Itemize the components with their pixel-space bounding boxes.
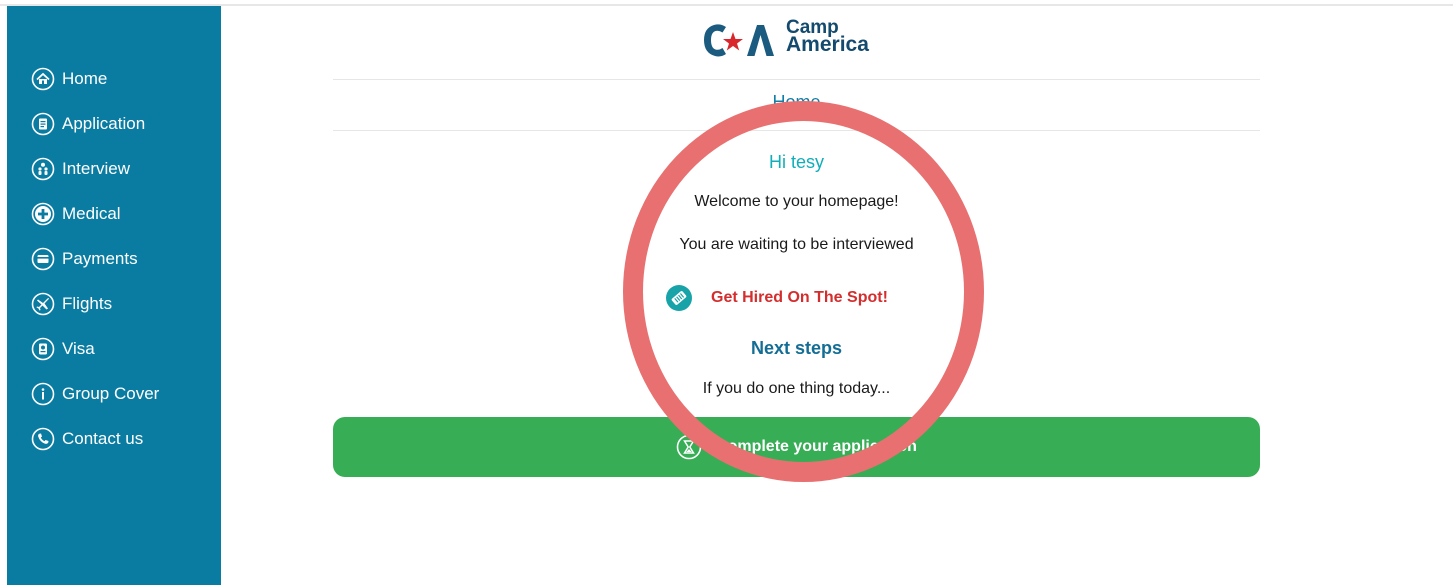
complete-application-button[interactable]: Complete your application bbox=[333, 417, 1260, 477]
sidebar-item-payments[interactable]: Payments bbox=[31, 236, 159, 281]
logo-wordmark: Camp America bbox=[786, 18, 869, 56]
airplane-icon bbox=[31, 292, 55, 316]
home-icon bbox=[31, 67, 55, 91]
credit-card-icon bbox=[31, 247, 55, 271]
sidebar-item-label: Payments bbox=[62, 248, 138, 268]
sidebar-item-label: Medical bbox=[62, 203, 121, 223]
sidebar-item-label: Interview bbox=[62, 158, 131, 178]
passport-icon bbox=[31, 337, 55, 361]
camp-america-logo: Camp America bbox=[700, 18, 900, 63]
sidebar-item-flights[interactable]: Flights bbox=[31, 281, 159, 326]
sidebar-item-contact-us[interactable]: Contact us bbox=[31, 416, 159, 461]
divider bbox=[333, 130, 1260, 131]
complete-application-label: Complete your application bbox=[716, 438, 917, 455]
logo-mark-icon bbox=[704, 24, 774, 57]
next-steps-text: If you do one thing today... bbox=[702, 380, 891, 397]
sidebar-nav: Home Application Interview Medical Payme… bbox=[31, 56, 159, 461]
plus-icon bbox=[31, 202, 55, 226]
sidebar-item-label: Application bbox=[62, 113, 146, 133]
sidebar-item-interview[interactable]: Interview bbox=[31, 146, 159, 191]
sidebar-item-medical[interactable]: Medical bbox=[31, 191, 159, 236]
sidebar-item-label: Visa bbox=[62, 338, 95, 358]
sidebar: Home Application Interview Medical Payme… bbox=[7, 6, 221, 585]
phone-icon bbox=[31, 427, 55, 451]
next-steps-heading: Next steps bbox=[750, 338, 843, 358]
sidebar-item-label: Flights bbox=[62, 293, 113, 313]
info-icon bbox=[31, 382, 55, 406]
logo-line-america: America bbox=[786, 33, 869, 56]
document-icon bbox=[31, 112, 55, 136]
welcome-text: Welcome to your homepage! bbox=[694, 193, 899, 210]
sidebar-item-home[interactable]: Home bbox=[31, 56, 159, 101]
divider bbox=[333, 79, 1260, 80]
status-text: You are waiting to be interviewed bbox=[679, 236, 914, 253]
hourglass-icon bbox=[676, 434, 702, 460]
sidebar-item-label: Group Cover bbox=[62, 383, 160, 403]
sidebar-item-application[interactable]: Application bbox=[31, 101, 159, 146]
ticket-icon bbox=[666, 285, 692, 311]
get-hired-label: Get Hired On The Spot! bbox=[711, 289, 888, 306]
greeting-text: Hi tesy bbox=[768, 152, 824, 172]
people-icon bbox=[31, 157, 55, 181]
get-hired-link[interactable]: Get Hired On The Spot! bbox=[665, 284, 888, 312]
sidebar-item-label: Contact us bbox=[62, 428, 144, 448]
sidebar-item-label: Home bbox=[62, 68, 108, 88]
sidebar-item-visa[interactable]: Visa bbox=[31, 326, 159, 371]
sidebar-item-group-cover[interactable]: Group Cover bbox=[31, 371, 159, 416]
page-title: Home bbox=[772, 92, 821, 112]
